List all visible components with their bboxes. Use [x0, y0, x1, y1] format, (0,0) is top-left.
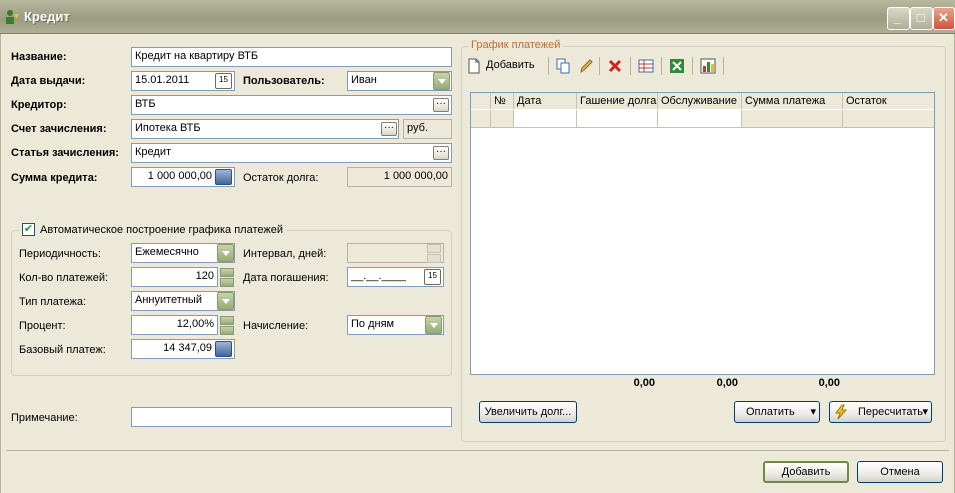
auto-schedule-label: Автоматическое построение графика платеж… [40, 224, 283, 236]
article-input[interactable]: Кредит [131, 143, 452, 163]
interval-label: Интервал, дней: [243, 248, 327, 260]
minimize-button[interactable]: _ [887, 7, 910, 30]
schedule-group-title: График платежей [468, 39, 564, 51]
increase-debt-button[interactable]: Увеличить долг... [479, 401, 577, 423]
grid-corner [471, 93, 491, 109]
add-payment-button[interactable]: Добавить [466, 56, 546, 76]
column-header-service[interactable]: Обслуживание [658, 93, 742, 109]
chevron-down-icon[interactable]: ▾ [922, 402, 928, 422]
total-service: 0,00 [716, 377, 738, 389]
title-bar[interactable]: Кредит _ □ ✕ [0, 0, 955, 34]
ellipsis-icon[interactable]: ··· [381, 122, 397, 136]
excel-icon[interactable] [669, 58, 685, 74]
recalculate-label: Пересчитать [857, 406, 924, 418]
percent-label: Процент: [19, 320, 66, 332]
column-header-number[interactable]: № [491, 93, 514, 109]
chevron-down-icon[interactable] [217, 292, 234, 310]
creditor-label: Кредитор: [11, 99, 67, 111]
chevron-down-icon[interactable]: ▾ [810, 402, 816, 422]
name-label: Название: [11, 51, 67, 63]
count-spinner[interactable] [220, 268, 234, 287]
table-cell[interactable] [577, 110, 658, 128]
table-cell[interactable] [843, 110, 934, 128]
toolbar-separator [692, 57, 693, 75]
pay-button[interactable]: Оплатить ▾ [734, 401, 820, 423]
ellipsis-icon[interactable]: ··· [433, 146, 449, 160]
table-cell[interactable] [742, 110, 843, 128]
accrual-label: Начисление: [243, 320, 309, 332]
add-button[interactable]: Добавить [763, 461, 849, 483]
count-label: Кол-во платежей: [19, 272, 109, 284]
column-header-payment[interactable]: Сумма платежа [742, 93, 843, 109]
close-icon: ✕ [938, 10, 949, 25]
payment-type-label: Тип платежа: [19, 296, 87, 308]
account-currency: руб. [403, 119, 452, 139]
add-payment-label: Добавить [486, 59, 535, 71]
grid-totals-row: 0,00 0,00 0,00 [470, 375, 935, 391]
cancel-button[interactable]: Отмена [857, 461, 943, 483]
repayment-date-label: Дата погашения: [243, 272, 329, 284]
remaining-label: Остаток долга: [243, 172, 319, 184]
payments-grid[interactable]: № Дата Гашение долга Обслуживание Сумма … [470, 92, 935, 375]
total-payment: 0,00 [818, 377, 840, 389]
maximize-icon: □ [916, 10, 925, 25]
table-row[interactable] [471, 110, 491, 128]
amount-label: Сумма кредита: [11, 172, 98, 184]
footer-divider [6, 450, 949, 451]
table-cell[interactable] [491, 110, 514, 128]
percent-input[interactable]: 12,00% [131, 315, 218, 335]
date-label: Дата выдачи: [11, 75, 86, 87]
calculator-icon[interactable] [215, 169, 232, 185]
calendar-icon[interactable]: 15 [424, 269, 441, 285]
account-label: Счет зачисления: [11, 123, 107, 135]
table-cell[interactable] [514, 110, 577, 128]
article-label: Статья зачисления: [11, 147, 119, 159]
chevron-down-icon[interactable] [433, 72, 450, 90]
chevron-down-icon[interactable] [425, 316, 442, 334]
toolbar-separator [548, 57, 549, 75]
close-button[interactable]: ✕ [933, 7, 955, 30]
account-input[interactable]: Ипотека ВТБ [131, 119, 399, 139]
chart-icon[interactable] [700, 58, 716, 74]
toolbar-separator [723, 57, 724, 75]
lightning-icon [835, 404, 848, 420]
column-header-date[interactable]: Дата [514, 93, 577, 109]
calendar-icon[interactable]: 15 [215, 73, 232, 89]
spinner-disabled [427, 244, 441, 263]
checkbox-icon[interactable]: ✔ [22, 223, 35, 236]
note-label: Примечание: [11, 412, 78, 424]
remaining-value: 1 000 000,00 [347, 167, 452, 187]
recalculate-button[interactable]: Пересчитать ▾ [829, 401, 932, 423]
table-icon[interactable] [638, 58, 654, 74]
table-cell[interactable] [658, 110, 742, 128]
user-label: Пользователь: [243, 75, 325, 87]
periodicity-label: Периодичность: [19, 248, 101, 260]
pay-label: Оплатить [746, 406, 795, 418]
copy-icon[interactable] [555, 58, 571, 74]
column-header-balance[interactable]: Остаток [843, 93, 934, 109]
app-icon [6, 10, 19, 24]
creditor-input[interactable]: ВТБ [131, 95, 452, 115]
edit-icon[interactable] [578, 58, 594, 74]
chevron-down-icon[interactable] [217, 244, 234, 262]
toolbar-separator [630, 57, 631, 75]
ellipsis-icon[interactable]: ··· [433, 98, 449, 112]
window-title: Кредит [24, 9, 70, 24]
delete-icon[interactable] [607, 58, 623, 74]
maximize-button[interactable]: □ [910, 7, 933, 30]
minimize-icon: _ [893, 10, 902, 25]
name-input[interactable]: Кредит на квартиру ВТБ [131, 47, 452, 67]
total-principal: 0,00 [633, 377, 655, 389]
column-header-principal[interactable]: Гашение долга [577, 93, 658, 109]
new-document-icon [468, 58, 480, 74]
percent-spinner[interactable] [220, 316, 234, 335]
calculator-icon[interactable] [215, 341, 232, 357]
toolbar-separator [661, 57, 662, 75]
count-input[interactable]: 120 [131, 267, 218, 287]
toolbar-separator [599, 57, 600, 75]
note-input[interactable] [131, 407, 452, 427]
auto-schedule-toggle[interactable]: ✔ Автоматическое построение графика плат… [19, 222, 286, 238]
base-payment-label: Базовый платеж: [19, 344, 106, 356]
